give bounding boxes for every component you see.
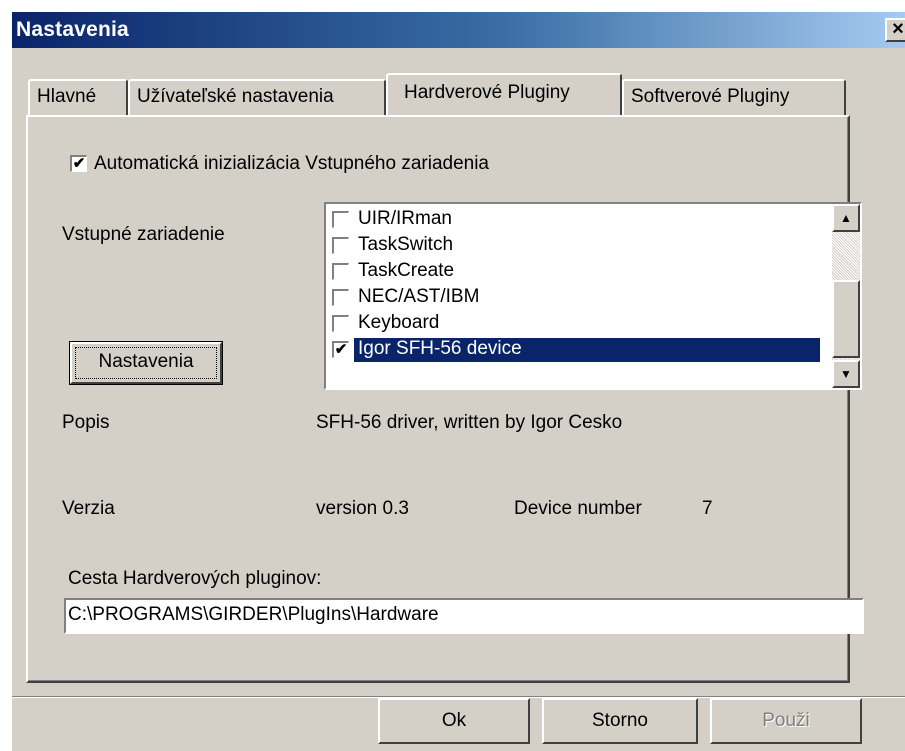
apply-button[interactable]: Použi	[710, 698, 862, 744]
close-icon: ×	[892, 18, 904, 40]
button-label: Ok	[441, 710, 467, 731]
window-title: Nastavenia	[16, 18, 129, 41]
list-item-nec-ast-ibm[interactable]: NEC/AST/IBM	[332, 285, 818, 311]
plugin-path-label: Cesta Hardverových pluginov:	[68, 568, 322, 589]
scroll-thumb[interactable]	[832, 280, 860, 358]
device-name: TaskCreate	[358, 260, 455, 281]
input-device-list[interactable]: UIR/IRman TaskSwitch TaskCreate NEC/AST/…	[324, 202, 862, 390]
tab-label: Hardverové Pluginy	[404, 82, 570, 103]
device-checkbox[interactable]: ✔	[332, 341, 349, 358]
device-settings-button[interactable]: Nastavenia	[69, 341, 223, 385]
scroll-down-button[interactable]: ▼	[832, 360, 860, 388]
tab-label: Užívateľské nastavenia	[137, 86, 334, 107]
list-item-keyboard[interactable]: Keyboard	[332, 311, 818, 337]
focus-rectangle	[75, 347, 217, 379]
close-button[interactable]: ×	[885, 18, 905, 42]
device-checkbox[interactable]	[332, 289, 349, 306]
device-name: TaskSwitch	[358, 234, 454, 255]
cancel-button[interactable]: Storno	[542, 698, 698, 744]
version-value: version 0.3	[316, 498, 409, 519]
input-device-label: Vstupné zariadenie	[62, 224, 225, 245]
tab-softverove-pluginy[interactable]: Softverové Pluginy	[622, 79, 846, 115]
tab-uzivatelske-nastavenia[interactable]: Užívateľské nastavenia	[128, 79, 386, 115]
tab-hlavne[interactable]: Hlavné	[28, 79, 128, 115]
description-value: SFH-56 driver, written by Igor Cesko	[316, 412, 623, 433]
scroll-down-icon: ▼	[840, 367, 852, 381]
version-label: Verzia	[62, 498, 115, 519]
list-item-taskcreate[interactable]: TaskCreate	[332, 259, 818, 285]
list-item-igor-sfh-56[interactable]: ✔ Igor SFH-56 device	[332, 337, 820, 363]
auto-init-label: Automatická inizializácia Vstupného zari…	[94, 153, 490, 174]
device-checkbox[interactable]	[332, 237, 349, 254]
ok-button[interactable]: Ok	[378, 698, 530, 744]
device-name: UIR/IRman	[358, 208, 452, 229]
device-checkbox[interactable]	[332, 315, 349, 332]
auto-init-checkbox[interactable]: ✔	[70, 155, 87, 172]
scroll-up-icon: ▲	[840, 211, 852, 225]
list-scrollbar[interactable]: ▲ ▼	[832, 204, 860, 388]
list-item-uir-irman[interactable]: UIR/IRman	[332, 207, 818, 233]
device-name: Igor SFH-56 device	[358, 338, 522, 359]
device-number-label: Device number	[514, 498, 642, 519]
device-number-value: 7	[702, 498, 713, 519]
list-item-taskswitch[interactable]: TaskSwitch	[332, 233, 818, 259]
device-name: NEC/AST/IBM	[358, 286, 480, 307]
device-name: Keyboard	[358, 312, 440, 333]
plugin-path-value: C:\PROGRAMS\GIRDER\PlugIns\Hardware	[68, 604, 439, 625]
scroll-up-button[interactable]: ▲	[832, 204, 860, 232]
device-checkbox[interactable]	[332, 263, 349, 280]
settings-dialog: Nastavenia × Hlavné Užívateľské nastaven…	[10, 10, 905, 751]
plugin-path-input[interactable]: C:\PROGRAMS\GIRDER\PlugIns\Hardware	[64, 598, 864, 634]
button-label: Použi	[762, 710, 810, 731]
device-checkbox[interactable]	[332, 211, 349, 228]
button-label: Storno	[592, 710, 648, 731]
tab-label: Softverové Pluginy	[631, 86, 790, 107]
check-icon: ✔	[72, 155, 86, 172]
tab-hardverove-pluginy[interactable]: Hardverové Pluginy	[386, 73, 622, 115]
description-label: Popis	[62, 412, 110, 433]
title-bar[interactable]: Nastavenia ×	[12, 12, 905, 48]
check-icon: ✔	[334, 341, 348, 358]
tab-label: Hlavné	[37, 86, 97, 107]
